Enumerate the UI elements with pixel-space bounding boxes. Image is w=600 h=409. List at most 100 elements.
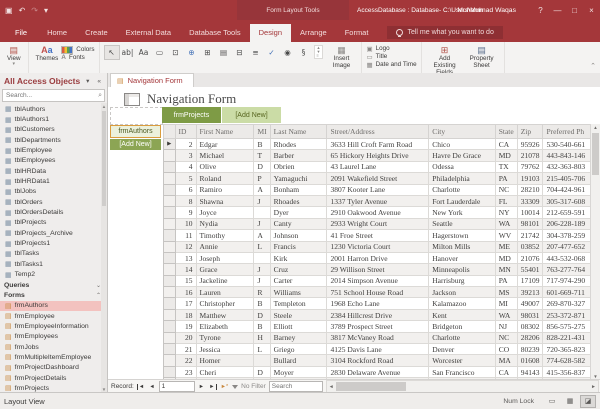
cell-mi[interactable]: D	[254, 161, 270, 172]
last-record-button[interactable]: ►	[208, 384, 216, 390]
cell-state[interactable]: NC	[495, 332, 517, 343]
cell-first-name[interactable]: Jessica	[196, 344, 254, 355]
undo-icon[interactable]: ↶	[19, 6, 26, 15]
cell-zip[interactable]: 28206	[517, 332, 543, 343]
cell-zip[interactable]: 98031	[517, 309, 543, 320]
cell-zip[interactable]: 80239	[517, 344, 543, 355]
tab-create[interactable]: Create	[76, 24, 117, 42]
cell-zip[interactable]: 01608	[517, 355, 543, 366]
cell-last-name[interactable]: Bonham	[270, 184, 327, 195]
cell-street-address[interactable]: 2384 Hillcrest Drive	[327, 309, 429, 320]
cell-city[interactable]: Hanover	[429, 252, 495, 263]
cell-street-address[interactable]: 3789 Prospect Street	[327, 321, 429, 332]
date-time-button[interactable]: ▦ Date and Time	[366, 61, 416, 68]
cell-street-address[interactable]: 3633 Hill Croft Farm Road	[327, 139, 429, 150]
cell-zip[interactable]: 21742	[517, 230, 543, 241]
cell-street-address[interactable]: 1337 Tyler Avenue	[327, 195, 429, 206]
cell-state[interactable]: CA	[495, 366, 517, 377]
sidebar-item-tblOrders[interactable]: ▦tblOrders	[0, 197, 107, 207]
minimize-button[interactable]: —	[549, 0, 566, 20]
column-header-mi[interactable]: MI	[254, 125, 270, 139]
current-record-box[interactable]: 1	[159, 381, 195, 392]
cell-id[interactable]: 2	[175, 139, 196, 150]
navigation-control-icon[interactable]: ▤	[216, 45, 232, 60]
cell-id[interactable]: 21	[175, 344, 196, 355]
datasheet-view-icon[interactable]: ▦	[562, 395, 578, 408]
record-selector[interactable]	[164, 173, 176, 184]
sidebar-item-frmMultipleItemEmployee[interactable]: ▤frmMultipleItemEmployee	[0, 352, 107, 362]
cell-first-name[interactable]: Cheri	[196, 366, 254, 377]
cell-last-name[interactable]: Elliott	[270, 321, 327, 332]
cell-mi[interactable]: D	[254, 309, 270, 320]
record-selector[interactable]: ▶	[164, 139, 176, 150]
cell-first-name[interactable]: Joseph	[196, 252, 254, 263]
nav-tab-frmprojects[interactable]: frmProjects	[162, 107, 221, 123]
tab-arrange[interactable]: Arrange	[291, 24, 336, 42]
cell-state[interactable]: MD	[495, 150, 517, 161]
record-search-box[interactable]	[269, 381, 323, 392]
record-selector[interactable]	[164, 150, 176, 161]
sidebar-item-tblCustomers[interactable]: ▦tblCustomers	[0, 125, 107, 135]
property-sheet-button[interactable]: ▤ Property Sheet	[464, 44, 500, 70]
cell-id[interactable]: 11	[175, 230, 196, 241]
cell-city[interactable]: Charlotte	[429, 332, 495, 343]
sidebar-item-frmJobs[interactable]: ▤frmJobs	[0, 342, 107, 352]
cell-state[interactable]: MD	[495, 252, 517, 263]
themes-button[interactable]: Aa Themes	[33, 44, 62, 63]
cell-street-address[interactable]: 2933 Wright Court	[327, 218, 429, 229]
collapse-ribbon-icon[interactable]: ⌃	[590, 62, 596, 70]
search-input[interactable]	[3, 92, 98, 99]
record-selector[interactable]	[164, 298, 176, 309]
sidebar-item-frmProjectDashboard[interactable]: ▤frmProjectDashboard	[0, 363, 107, 373]
record-selector[interactable]	[164, 252, 176, 263]
cell-first-name[interactable]: Annie	[196, 241, 254, 252]
record-selector[interactable]	[164, 195, 176, 206]
cell-city[interactable]: New York	[429, 207, 495, 218]
filter-status[interactable]: No Filter	[241, 383, 266, 390]
record-selector[interactable]	[164, 332, 176, 343]
close-button[interactable]: ×	[583, 0, 600, 20]
cell-city[interactable]: San Francisco	[429, 366, 495, 377]
column-header-id[interactable]: ID	[175, 125, 196, 139]
document-tab-navigation-form[interactable]: ▤ Navigation Form	[110, 73, 194, 87]
cell-mi[interactable]	[254, 252, 270, 263]
tell-me-box[interactable]: Tell me what you want to do	[387, 26, 502, 39]
cell-city[interactable]: Harrisburg	[429, 275, 495, 286]
view-button[interactable]: ▤ View ▾	[4, 44, 24, 69]
cell-street-address[interactable]: 3817 McVaney Road	[327, 332, 429, 343]
cell-last-name[interactable]: Moyer	[270, 366, 327, 377]
cell-id[interactable]: 8	[175, 195, 196, 206]
select-control-icon[interactable]: ↖	[104, 45, 120, 60]
sidebar-item-tblProjects_Archive[interactable]: ▦tblProjects_Archive	[0, 228, 107, 238]
cell-last-name[interactable]: Templeton	[270, 298, 327, 309]
cell-zip[interactable]: 98101	[517, 218, 543, 229]
column-header-last-name[interactable]: Last Name	[270, 125, 327, 139]
record-selector[interactable]	[164, 218, 176, 229]
option-button-control-icon[interactable]: ◉	[280, 45, 296, 60]
cell-first-name[interactable]: Edgar	[196, 139, 254, 150]
record-selector[interactable]	[164, 355, 176, 366]
sidebar-item-frmEmployee[interactable]: ▤frmEmployee	[0, 311, 107, 321]
cell-id[interactable]: 13	[175, 252, 196, 263]
vertical-scrollbar[interactable]: ▲ ▼	[590, 124, 600, 380]
cell-first-name[interactable]: Tyrone	[196, 332, 254, 343]
cell-street-address[interactable]: 29 Willison Street	[327, 264, 429, 275]
button-control-icon[interactable]: ▭	[152, 45, 168, 60]
cell-zip[interactable]: 39213	[517, 287, 543, 298]
cell-state[interactable]: WA	[495, 218, 517, 229]
cell-state[interactable]: MN	[495, 264, 517, 275]
sidebar-item-frmAuthors[interactable]: ▤frmAuthors	[0, 301, 107, 311]
sidebar-item-tblJobs[interactable]: ▦tblJobs	[0, 187, 107, 197]
cell-first-name[interactable]: Nydia	[196, 218, 254, 229]
cell-zip[interactable]: 19103	[517, 173, 543, 184]
nav-pane-scrollbar[interactable]: ▲ ▼	[101, 103, 107, 393]
cell-state[interactable]: NY	[495, 207, 517, 218]
nav-pane-dropdown-icon[interactable]: ▾	[84, 77, 91, 85]
cell-last-name[interactable]: Bullard	[270, 355, 327, 366]
cell-first-name[interactable]: Joyce	[196, 207, 254, 218]
cell-street-address[interactable]: 1968 Echo Lane	[327, 298, 429, 309]
column-header-zip[interactable]: Zip	[517, 125, 543, 139]
cell-id[interactable]: 10	[175, 218, 196, 229]
label-control-icon[interactable]: Aa	[136, 45, 152, 60]
attachment-control-icon[interactable]: §	[296, 45, 312, 60]
